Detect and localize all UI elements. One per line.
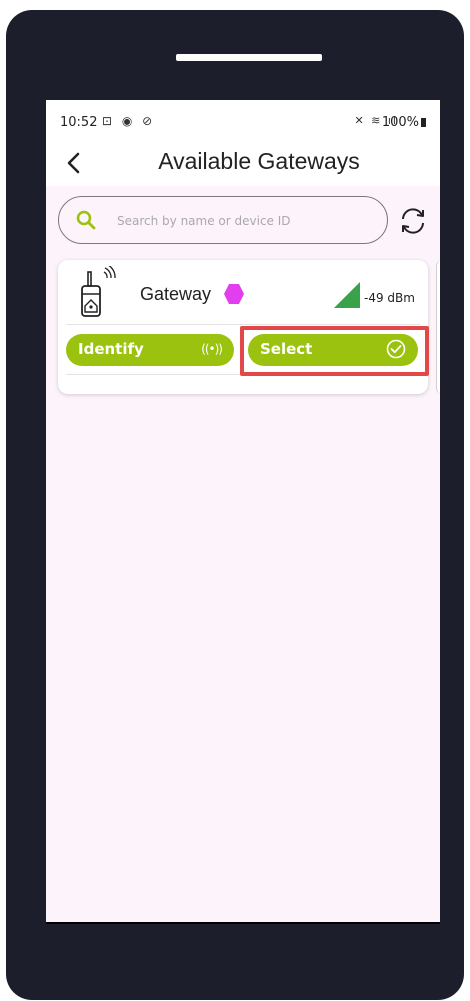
search-bar[interactable] bbox=[58, 196, 388, 244]
identify-label: Identify bbox=[78, 340, 144, 358]
title-bar: Available Gateways bbox=[46, 140, 440, 186]
battery-level: 100% bbox=[381, 115, 419, 130]
app-screen: 10:52 ⊡ ◉ ⊘ ✕ ≋ ıl 100% Available Gatewa… bbox=[46, 100, 440, 924]
hexagon-badge-icon bbox=[224, 284, 244, 304]
signal-value: -49 dBm bbox=[364, 291, 415, 305]
identify-button[interactable]: Identify ((•)) bbox=[66, 334, 234, 366]
next-card-edge bbox=[436, 260, 440, 394]
search-input[interactable] bbox=[115, 209, 369, 233]
battery-icon bbox=[421, 118, 426, 127]
screen-bottom-edge bbox=[46, 922, 440, 924]
select-highlight-box bbox=[240, 326, 429, 376]
broadcast-icon: ((•)) bbox=[201, 342, 223, 356]
gateway-device-icon bbox=[81, 266, 116, 317]
card-divider bbox=[66, 324, 420, 325]
page-title: Available Gateways bbox=[158, 148, 360, 174]
status-time: 10:52 bbox=[60, 115, 98, 130]
search-icon bbox=[76, 210, 96, 230]
phone-speaker bbox=[176, 54, 322, 61]
refresh-icon[interactable] bbox=[396, 204, 430, 238]
gateway-name: Gateway bbox=[140, 284, 212, 304]
signal-strength-icon bbox=[334, 282, 360, 308]
notification-icons: ⊡ ◉ ⊘ bbox=[102, 114, 156, 128]
